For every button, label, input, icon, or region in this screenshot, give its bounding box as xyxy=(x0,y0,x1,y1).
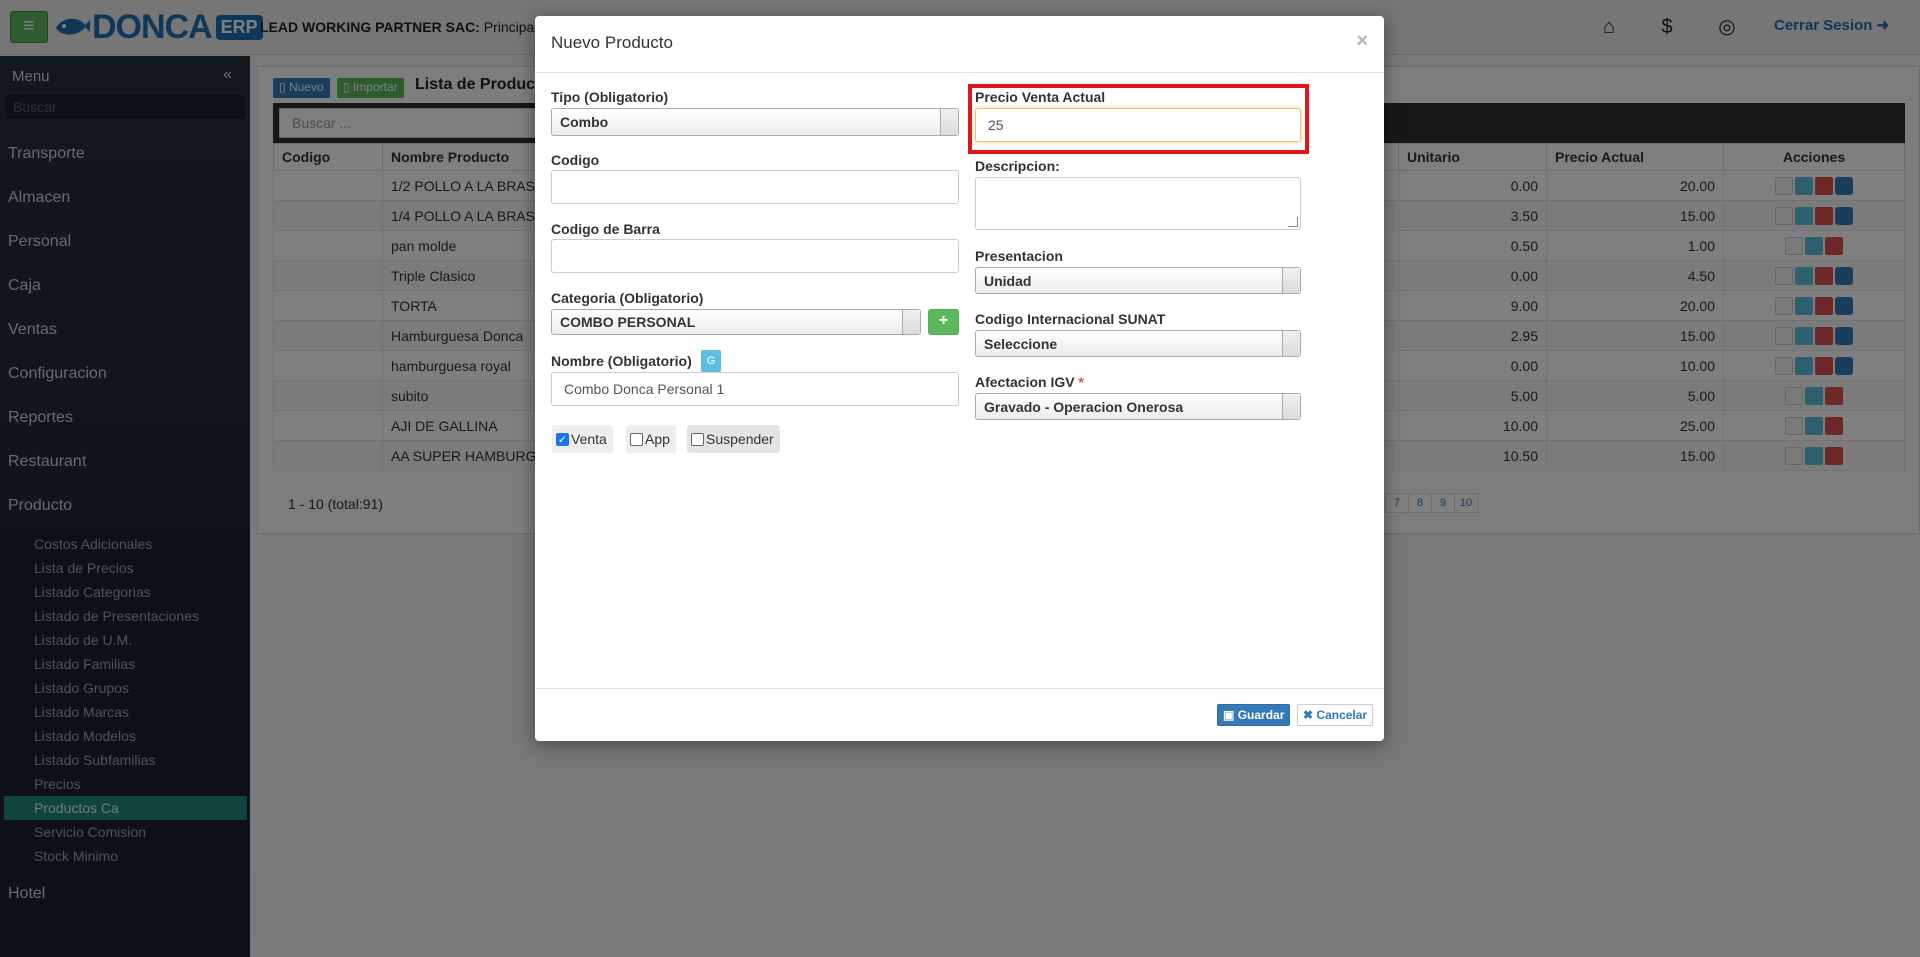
modal-title: Nuevo Producto xyxy=(551,33,673,52)
resize-grip-icon[interactable] xyxy=(1288,217,1298,227)
descripcion-label: Descripcion: xyxy=(975,158,1060,174)
tipo-value: Combo xyxy=(560,114,609,130)
checkmark-icon: ✓ xyxy=(556,432,569,446)
venta-label: Venta xyxy=(571,431,607,447)
checkbox-icon xyxy=(691,432,704,446)
close-icon[interactable]: × xyxy=(1356,30,1368,53)
igv-select[interactable]: Gravado - Operacion Onerosa xyxy=(975,393,1301,420)
required-marker: * xyxy=(1078,374,1084,390)
save-button[interactable]: ▣ Guardar xyxy=(1217,704,1291,726)
sunat-label: Codigo Internacional SUNAT xyxy=(975,311,1166,327)
barcode-input[interactable] xyxy=(551,239,959,273)
cancel-button[interactable]: ✖ Cancelar xyxy=(1297,704,1374,726)
categoria-select[interactable]: COMBO PERSONAL xyxy=(551,309,921,335)
sunat-select[interactable]: Seleccione xyxy=(975,330,1301,357)
igv-label-text: Afectacion IGV xyxy=(975,374,1075,390)
codigo-label: Codigo xyxy=(551,152,600,168)
checkbox-icon xyxy=(630,432,643,446)
igv-label: Afectacion IGV * xyxy=(975,374,1084,390)
nombre-label: Nombre (Obligatorio) xyxy=(551,353,692,369)
generate-name-button[interactable]: G xyxy=(701,350,721,372)
new-product-modal: Nuevo Producto × Tipo (Obligatorio) Comb… xyxy=(535,16,1384,741)
save-label: Guardar xyxy=(1237,708,1285,722)
precio-label: Precio Venta Actual xyxy=(975,89,1106,105)
codigo-input[interactable] xyxy=(551,170,959,204)
add-category-button[interactable]: + xyxy=(928,309,959,335)
barra-label: Codigo de Barra xyxy=(551,221,660,237)
cancel-label: Cancelar xyxy=(1316,708,1368,722)
igv-value: Gravado - Operacion Onerosa xyxy=(984,398,1184,415)
presentacion-value: Unidad xyxy=(984,272,1032,289)
chevron-down-icon xyxy=(1282,394,1300,419)
precio-input[interactable]: 25 xyxy=(975,108,1301,142)
nombre-input[interactable]: Combo Donca Personal 1 xyxy=(551,372,959,406)
app-checkbox[interactable]: App xyxy=(626,425,676,453)
save-icon: ▣ xyxy=(1223,708,1235,722)
chevron-down-icon xyxy=(902,310,920,334)
categoria-value: COMBO PERSONAL xyxy=(560,314,696,330)
app-label: App xyxy=(645,431,670,447)
venta-checkbox[interactable]: ✓ Venta xyxy=(552,425,613,453)
chevron-down-icon xyxy=(940,109,958,135)
modal-header: Nuevo Producto × xyxy=(535,16,1384,73)
descripcion-textarea[interactable] xyxy=(975,177,1301,230)
chevron-down-icon xyxy=(1282,268,1300,293)
tipo-label: Tipo (Obligatorio) xyxy=(551,89,669,105)
suspender-label: Suspender xyxy=(706,431,774,447)
categoria-label: Categoria (Obligatorio) xyxy=(551,290,704,306)
presentacion-label: Presentacion xyxy=(975,248,1063,264)
presentacion-select[interactable]: Unidad xyxy=(975,267,1301,294)
tipo-select[interactable]: Combo xyxy=(551,108,959,136)
chevron-down-icon xyxy=(1282,331,1300,356)
modal-footer: ▣ Guardar ✖ Cancelar xyxy=(535,688,1384,741)
suspender-checkbox[interactable]: Suspender xyxy=(687,425,780,453)
sunat-value: Seleccione xyxy=(984,335,1058,352)
close-icon: ✖ xyxy=(1303,708,1314,722)
